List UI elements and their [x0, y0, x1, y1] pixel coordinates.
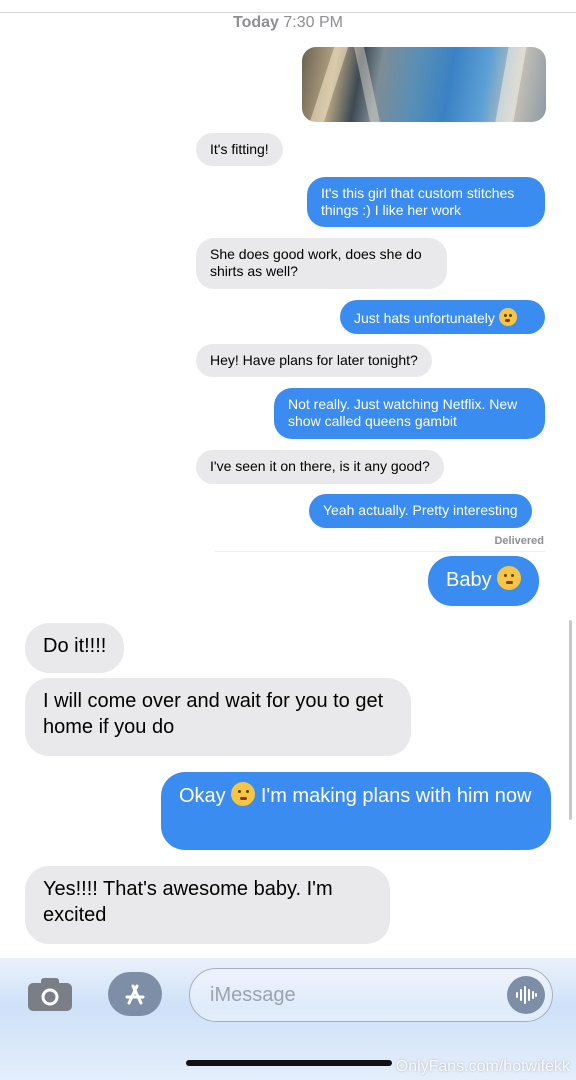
scrollbar[interactable]	[569, 620, 572, 820]
audio-waveform-icon[interactable]	[507, 976, 545, 1014]
message-bubble-incoming[interactable]: Yes!!!! That's awesome baby. I'm excited	[25, 866, 390, 944]
message-bubble-outgoing[interactable]: It's this girl that custom stitches thin…	[307, 177, 545, 227]
message-bubble-incoming[interactable]: She does good work, does she do shirts a…	[196, 238, 447, 289]
conversation-timestamp: Today 7:30 PM	[233, 14, 343, 31]
separator	[215, 551, 545, 552]
camera-icon[interactable]	[26, 977, 74, 1013]
delivered-status: Delivered	[494, 535, 544, 547]
flushed-face-emoji	[497, 566, 522, 590]
home-indicator[interactable]	[186, 1060, 392, 1066]
message-bubble-outgoing[interactable]: Baby	[428, 556, 540, 606]
relieved-face-emoji	[231, 782, 256, 806]
message-bubble-outgoing[interactable]: Not really. Just watching Netflix. New s…	[274, 388, 545, 439]
weary-face-emoji	[498, 308, 517, 326]
message-input-field[interactable]	[189, 968, 553, 1022]
message-bubble-incoming[interactable]: I've seen it on there, is it any good?	[196, 450, 444, 484]
top-divider	[0, 12, 576, 13]
message-bubble-outgoing[interactable]: Okay I'm making plans with him now	[161, 772, 551, 850]
message-bubble-outgoing[interactable]: Yeah actually. Pretty interesting	[309, 494, 532, 528]
watermark: OnlyFans.com/hotwifekk	[395, 1058, 570, 1075]
photo-attachment[interactable]	[302, 47, 546, 122]
message-bubble-incoming[interactable]: It's fitting!	[196, 133, 283, 166]
message-input[interactable]	[210, 981, 500, 1009]
message-bubble-incoming[interactable]: I will come over and wait for you to get…	[25, 678, 411, 756]
message-bubble-incoming[interactable]: Hey! Have plans for later tonight?	[196, 344, 432, 377]
app-store-icon[interactable]	[108, 972, 162, 1016]
message-bubble-incoming[interactable]: Do it!!!!	[25, 623, 125, 673]
message-bubble-outgoing[interactable]: Just hats unfortunately	[340, 300, 545, 334]
